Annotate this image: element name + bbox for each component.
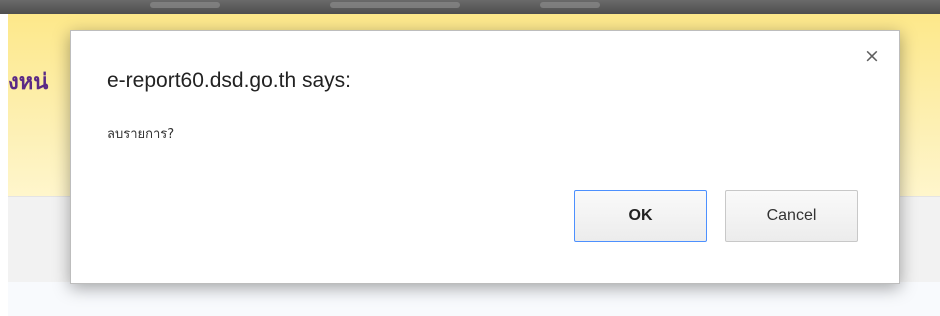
page-content-band: [8, 282, 940, 316]
browser-top-bar: [0, 0, 940, 14]
close-icon[interactable]: ×: [861, 45, 883, 67]
page-heading: งหน่: [8, 70, 49, 95]
ok-button[interactable]: OK: [574, 190, 707, 242]
page: งหน่ e-report60.dsd.go.th says: ลบรายการ…: [0, 0, 940, 316]
alert-dialog: e-report60.dsd.go.th says: ลบรายการ? × O…: [70, 30, 900, 284]
dialog-title: e-report60.dsd.go.th says:: [107, 69, 351, 92]
dialog-message: ลบรายการ?: [107, 127, 175, 142]
cancel-button[interactable]: Cancel: [725, 190, 858, 242]
